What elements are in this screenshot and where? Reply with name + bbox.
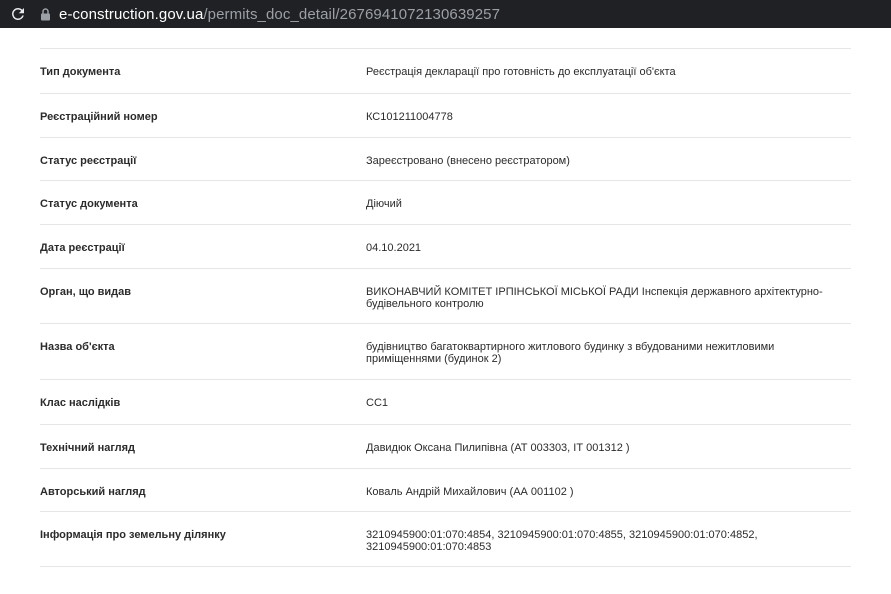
url-domain: e-construction.gov.ua — [59, 5, 204, 23]
row-label: Клас наслідків — [40, 397, 121, 409]
row-label: Статус документа — [40, 198, 138, 210]
table-row: Тип документа Реєстрація декларації про … — [40, 49, 851, 94]
row-value: КС101211004778 — [366, 111, 453, 123]
row-label: Інформація про земельну ділянку — [40, 529, 226, 541]
table-row: Назва об'єкта будівництво багатоквартирн… — [40, 324, 851, 380]
row-value: Коваль Андрій Михайлович (АА 001102 ) — [366, 486, 574, 498]
row-value: 04.10.2021 — [366, 242, 422, 254]
table-row: Статус реєстрації Зареєстровано (внесено… — [40, 138, 851, 181]
table-row: Інформація про земельну ділянку 32109459… — [40, 512, 851, 567]
table-row: Статус документа Діючий — [40, 181, 851, 225]
row-label: Реєстраційний номер — [40, 111, 158, 123]
url-path: /permits_doc_detail/2676941072130639257 — [203, 5, 501, 23]
row-label: Тип документа — [40, 66, 121, 78]
address-bar[interactable]: e-construction.gov.ua /permits_doc_detai… — [40, 0, 891, 28]
table-row: Клас наслідків СС1 — [40, 380, 851, 425]
row-value: Реєстрація декларації про готовність до … — [366, 66, 676, 78]
document-details-table: Тип документа Реєстрація декларації про … — [40, 48, 851, 567]
table-row: Технічний нагляд Давидюк Оксана Пилипівн… — [40, 425, 851, 469]
row-value: Зареєстровано (внесено реєстратором) — [366, 155, 570, 167]
row-label: Назва об'єкта — [40, 341, 115, 353]
row-value: 3210945900:01:070:4854, 3210945900:01:07… — [366, 529, 758, 553]
row-value: ВИКОНАВЧИЙ КОМІТЕТ ІРПІНСЬКОЇ МІСЬКОЇ РА… — [366, 286, 823, 310]
lock-icon — [40, 7, 51, 21]
row-value: СС1 — [366, 397, 389, 409]
reload-icon[interactable] — [6, 0, 30, 28]
table-row: Реєстраційний номер КС101211004778 — [40, 94, 851, 138]
row-label: Авторський нагляд — [40, 486, 146, 498]
table-row: Дата реєстрації 04.10.2021 — [40, 225, 851, 269]
table-row: Орган, що видав ВИКОНАВЧИЙ КОМІТЕТ ІРПІН… — [40, 269, 851, 324]
row-label: Дата реєстрації — [40, 242, 125, 254]
browser-toolbar: e-construction.gov.ua /permits_doc_detai… — [0, 0, 891, 28]
row-value: будівництво багатоквартирного житлового … — [366, 341, 775, 365]
table-row: Авторський нагляд Коваль Андрій Михайлов… — [40, 469, 851, 512]
row-value: Діючий — [366, 198, 402, 210]
row-value: Давидюк Оксана Пилипівна (АТ 003303, ІТ … — [366, 442, 630, 454]
row-label: Орган, що видав — [40, 286, 132, 298]
row-label: Статус реєстрації — [40, 155, 137, 167]
row-label: Технічний нагляд — [40, 442, 136, 454]
